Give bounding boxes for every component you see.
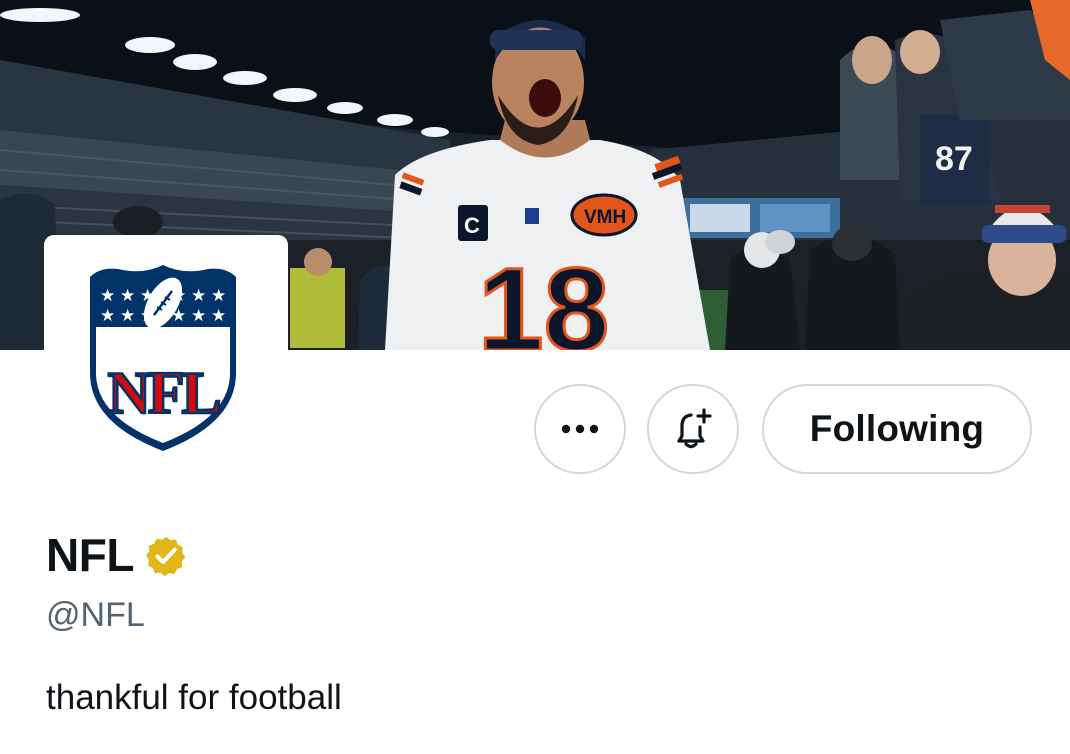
svg-text:18: 18	[478, 244, 609, 350]
nfl-shield-logo: ★★★ ★★★ ★★★ ★★★ NFL	[90, 265, 236, 451]
gold-verified-badge-icon[interactable]	[144, 534, 188, 578]
more-dots-icon	[561, 424, 599, 434]
svg-text:★: ★	[191, 306, 206, 326]
profile-name-row: NFL	[46, 528, 188, 582]
following-button[interactable]: Following	[762, 384, 1032, 474]
svg-text:87: 87	[935, 140, 973, 178]
svg-text:★: ★	[211, 306, 226, 326]
svg-text:C: C	[464, 213, 480, 238]
svg-text:★: ★	[211, 286, 226, 306]
following-button-label: Following	[809, 408, 985, 449]
svg-text:★: ★	[100, 306, 115, 326]
nfl-logo-text: NFL	[108, 360, 220, 426]
profile-bio: thankful for football	[46, 678, 342, 717]
notifications-button[interactable]	[647, 384, 739, 474]
profile-handle: @NFL	[46, 596, 145, 634]
svg-text:★: ★	[120, 286, 135, 306]
svg-text:★: ★	[120, 306, 135, 326]
svg-text:VMH: VMH	[584, 207, 626, 228]
svg-text:★: ★	[191, 286, 206, 306]
display-name: NFL	[46, 529, 134, 581]
bell-plus-icon	[677, 408, 712, 449]
svg-text:★: ★	[100, 286, 115, 306]
profile-avatar[interactable]: ★★★ ★★★ ★★★ ★★★ NFL	[44, 235, 288, 467]
more-options-button[interactable]	[534, 384, 626, 474]
